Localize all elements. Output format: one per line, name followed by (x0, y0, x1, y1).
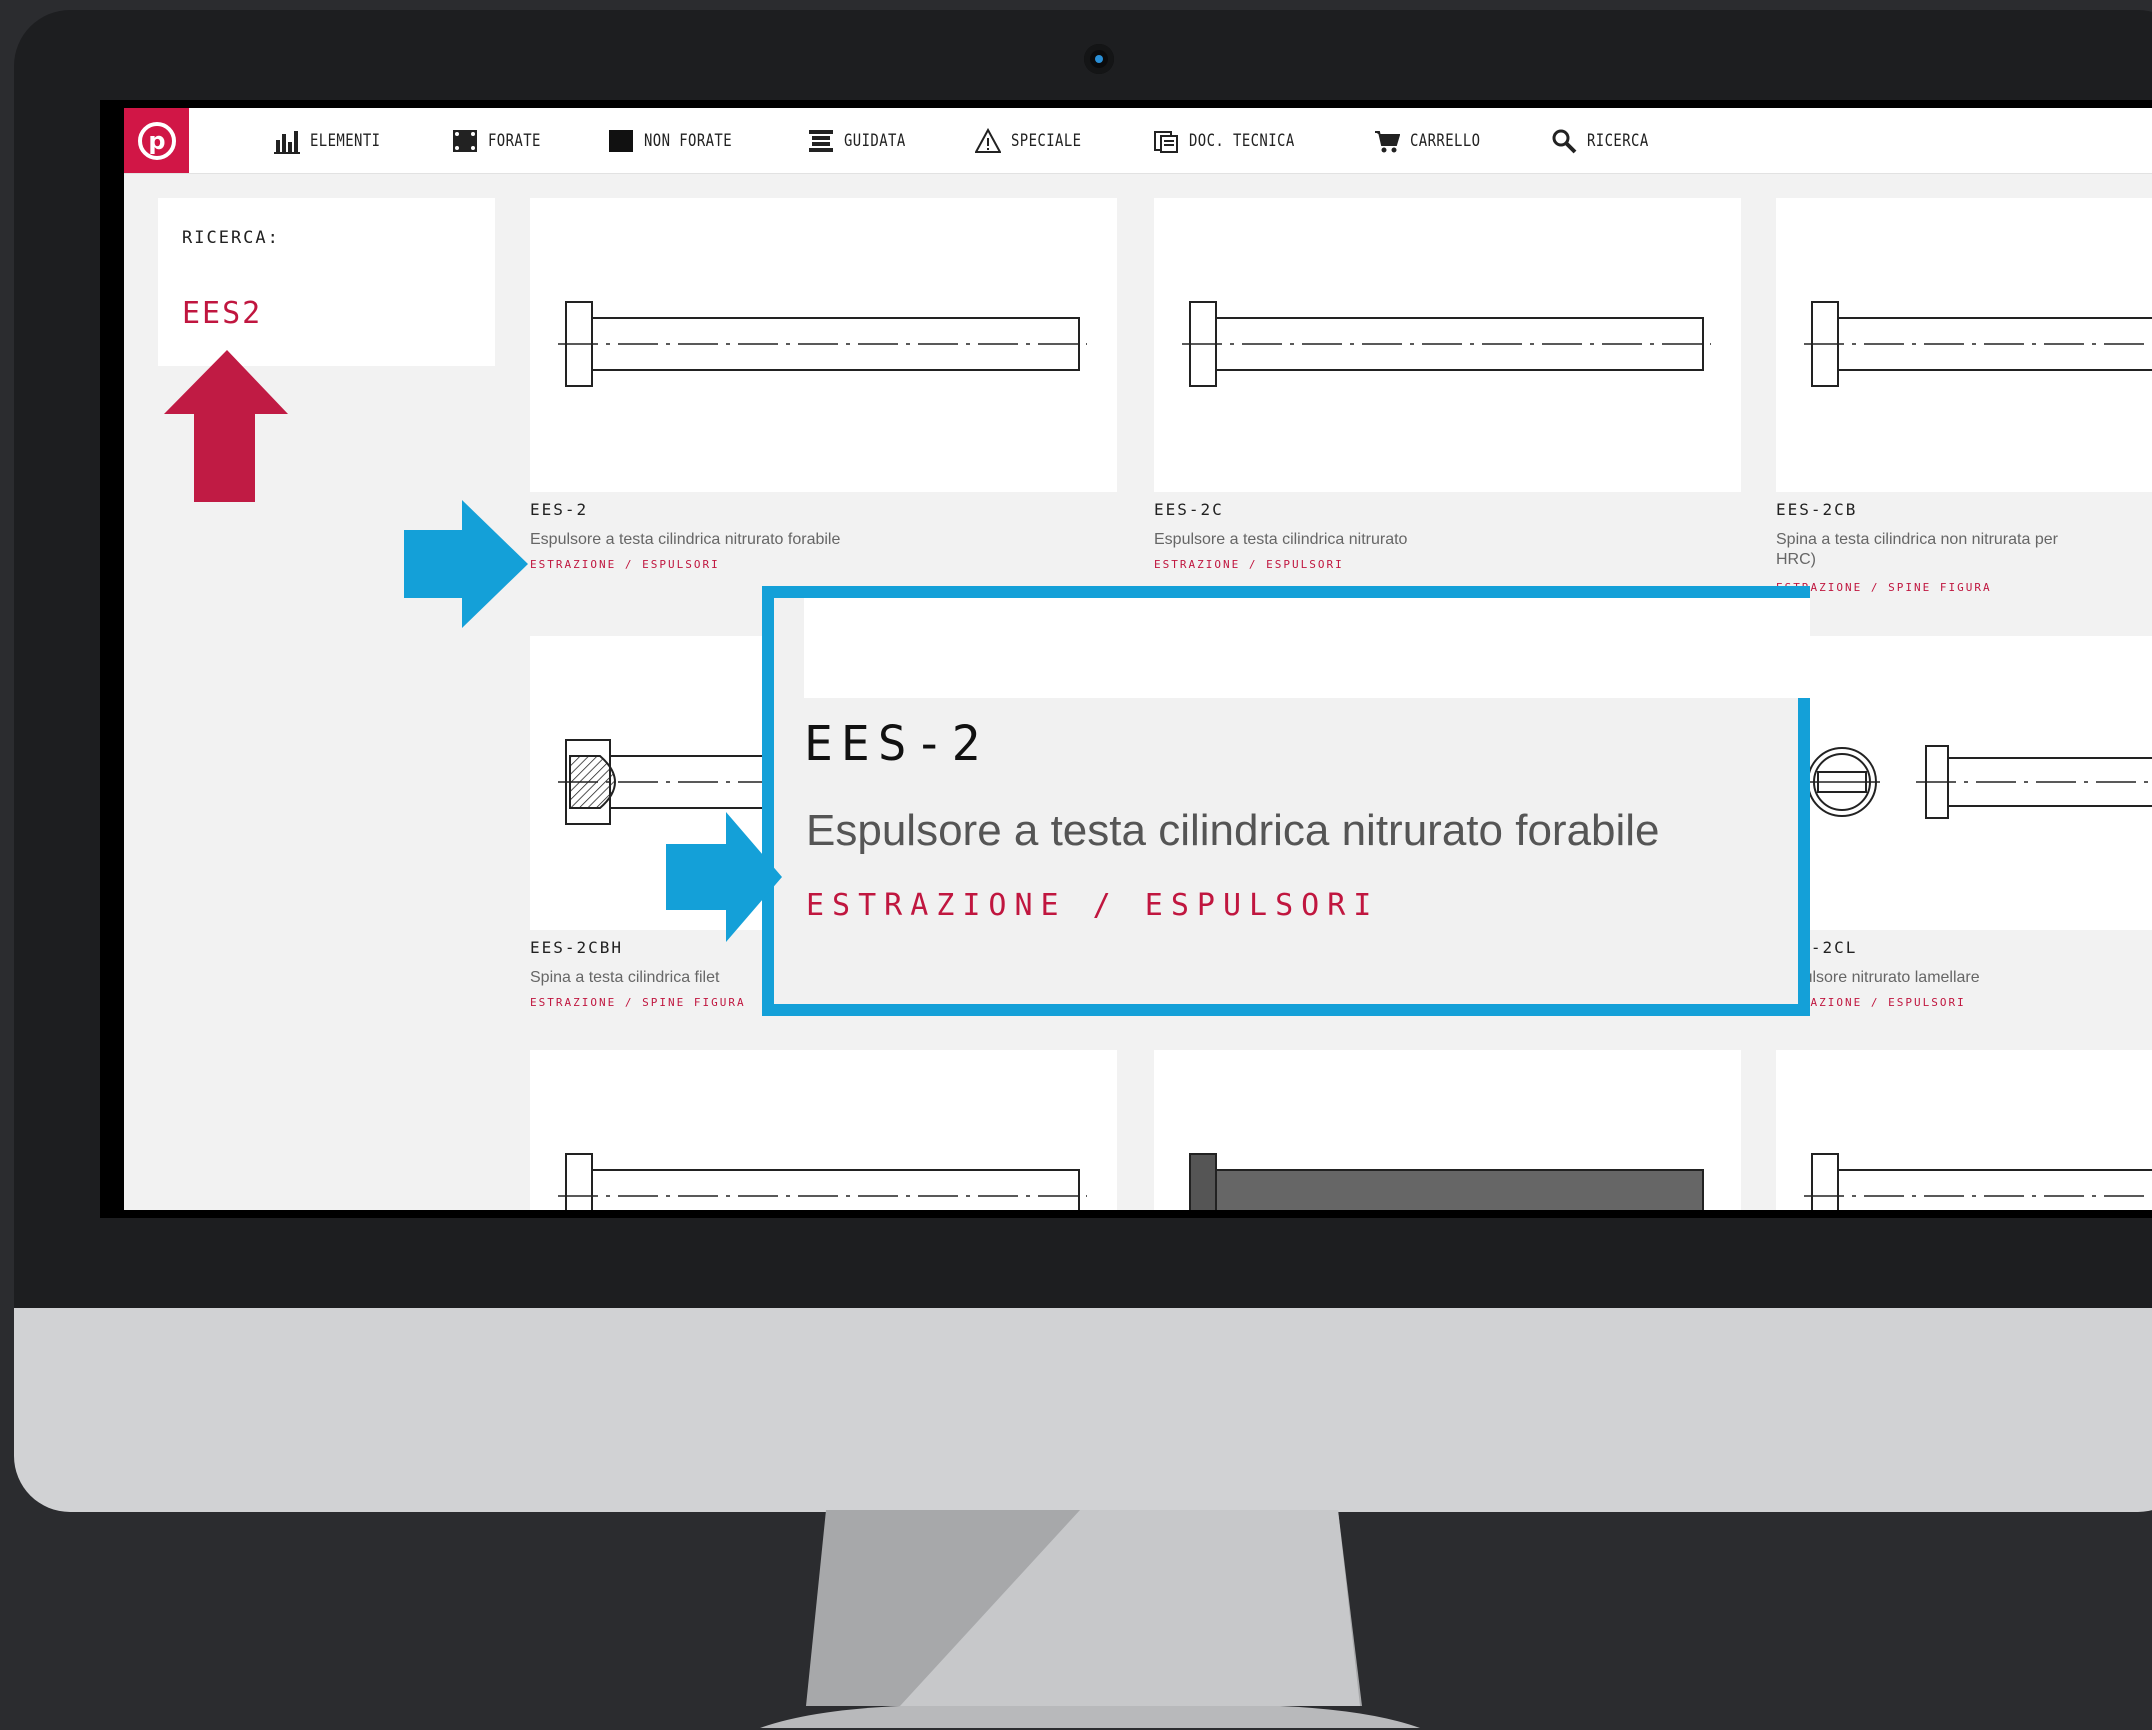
nav-item-forate[interactable]: FORATE (452, 128, 552, 154)
blue-right-arrow-icon (404, 500, 528, 628)
search-title: RICERCA: (182, 228, 280, 248)
nav-label: RICERCA (1587, 130, 1650, 151)
nav-label: GUIDATA (843, 130, 906, 151)
product-drawing (1154, 1050, 1741, 1210)
cart-icon (1374, 128, 1400, 154)
nav-label: NON FORATE (644, 130, 733, 151)
nav-label: DOC. TECNICA (1188, 130, 1295, 151)
product-category[interactable]: ESTRAZIONE / ESPULSORI (530, 558, 720, 571)
product-drawing (1776, 1050, 2152, 1210)
product-category[interactable]: ESTRAZIONE / ESPULSORI (1154, 558, 1344, 571)
monitor-screen: p ELEMENTI FORATE NON FORATE GUIDATA SPE… (100, 100, 2152, 1218)
product-category[interactable]: ESTRAZIONE / SPINE FIGURA (530, 996, 746, 1009)
product-drawing (1776, 636, 2152, 930)
zoom-callout: EES-2 Espulsore a testa cilindrica nitru… (762, 586, 1810, 1016)
nav-label: ELEMENTI (310, 130, 381, 151)
blue-right-arrow-icon (666, 812, 782, 942)
top-navbar: p ELEMENTI FORATE NON FORATE GUIDATA SPE… (124, 108, 2152, 174)
nav-item-carrello[interactable]: CARRELLO (1374, 128, 1496, 154)
site-logo[interactable]: p (124, 108, 189, 173)
product-description-line2: HRC) (1776, 551, 1816, 568)
red-up-arrow-icon (164, 350, 288, 502)
webcam-icon (1084, 44, 1114, 74)
nav-item-doc-tecnica[interactable]: DOC. TECNICA (1153, 128, 1318, 154)
product-description: Espulsore a testa cilindrica nitrurato (1154, 531, 1408, 548)
product-code[interactable]: EES-2C (1154, 500, 1224, 519)
warning-triangle-icon (974, 127, 1002, 154)
document-icon (1153, 128, 1179, 154)
callout-image-strip (804, 598, 1810, 698)
search-panel: RICERCA: EES2 (158, 198, 495, 366)
product-drawing (530, 1050, 1117, 1210)
nav-item-guidata[interactable]: GUIDATA (808, 128, 919, 154)
nav-label: CARRELLO (1409, 130, 1480, 151)
callout-product-description: Espulsore a testa cilindrica nitrurato f… (806, 806, 1660, 855)
search-term[interactable]: EES2 (182, 296, 262, 331)
nav-item-ricerca[interactable]: RICERCA (1551, 128, 1662, 154)
product-code[interactable]: EES-2 (530, 500, 588, 519)
plate-holes-icon (452, 128, 478, 154)
callout-product-category: ESTRAZIONE / ESPULSORI (806, 888, 1380, 923)
stack-icon (808, 128, 834, 154)
product-code[interactable]: EES-2CBH (530, 938, 623, 957)
product-description: Spina a testa cilindrica non nitrurata p… (1776, 531, 2058, 548)
product-drawing (530, 198, 1117, 492)
bar-chart-icon (274, 128, 300, 154)
web-page: p ELEMENTI FORATE NON FORATE GUIDATA SPE… (124, 108, 2152, 1210)
nav-item-elementi[interactable]: ELEMENTI (274, 128, 396, 154)
monitor-stand (720, 1510, 1460, 1730)
nav-menu: ELEMENTI FORATE NON FORATE GUIDATA SPECI… (274, 108, 1719, 173)
product-drawing (1776, 198, 2152, 492)
nav-label: SPECIALE (1010, 130, 1082, 151)
search-icon (1551, 128, 1577, 154)
solid-square-icon (608, 128, 634, 154)
callout-product-code: EES-2 (804, 716, 989, 772)
product-code[interactable]: EES-2CB (1776, 500, 1857, 519)
nav-item-non-forate[interactable]: NON FORATE (608, 128, 751, 154)
logo-icon: p (138, 122, 176, 160)
nav-item-speciale[interactable]: SPECIALE (974, 127, 1097, 154)
product-drawing (1154, 198, 1741, 492)
monitor-chin (14, 1308, 2152, 1512)
product-description: Spina a testa cilindrica filet (530, 969, 720, 986)
product-description: Espulsore a testa cilindrica nitrurato f… (530, 531, 841, 548)
nav-label: FORATE (487, 130, 541, 151)
